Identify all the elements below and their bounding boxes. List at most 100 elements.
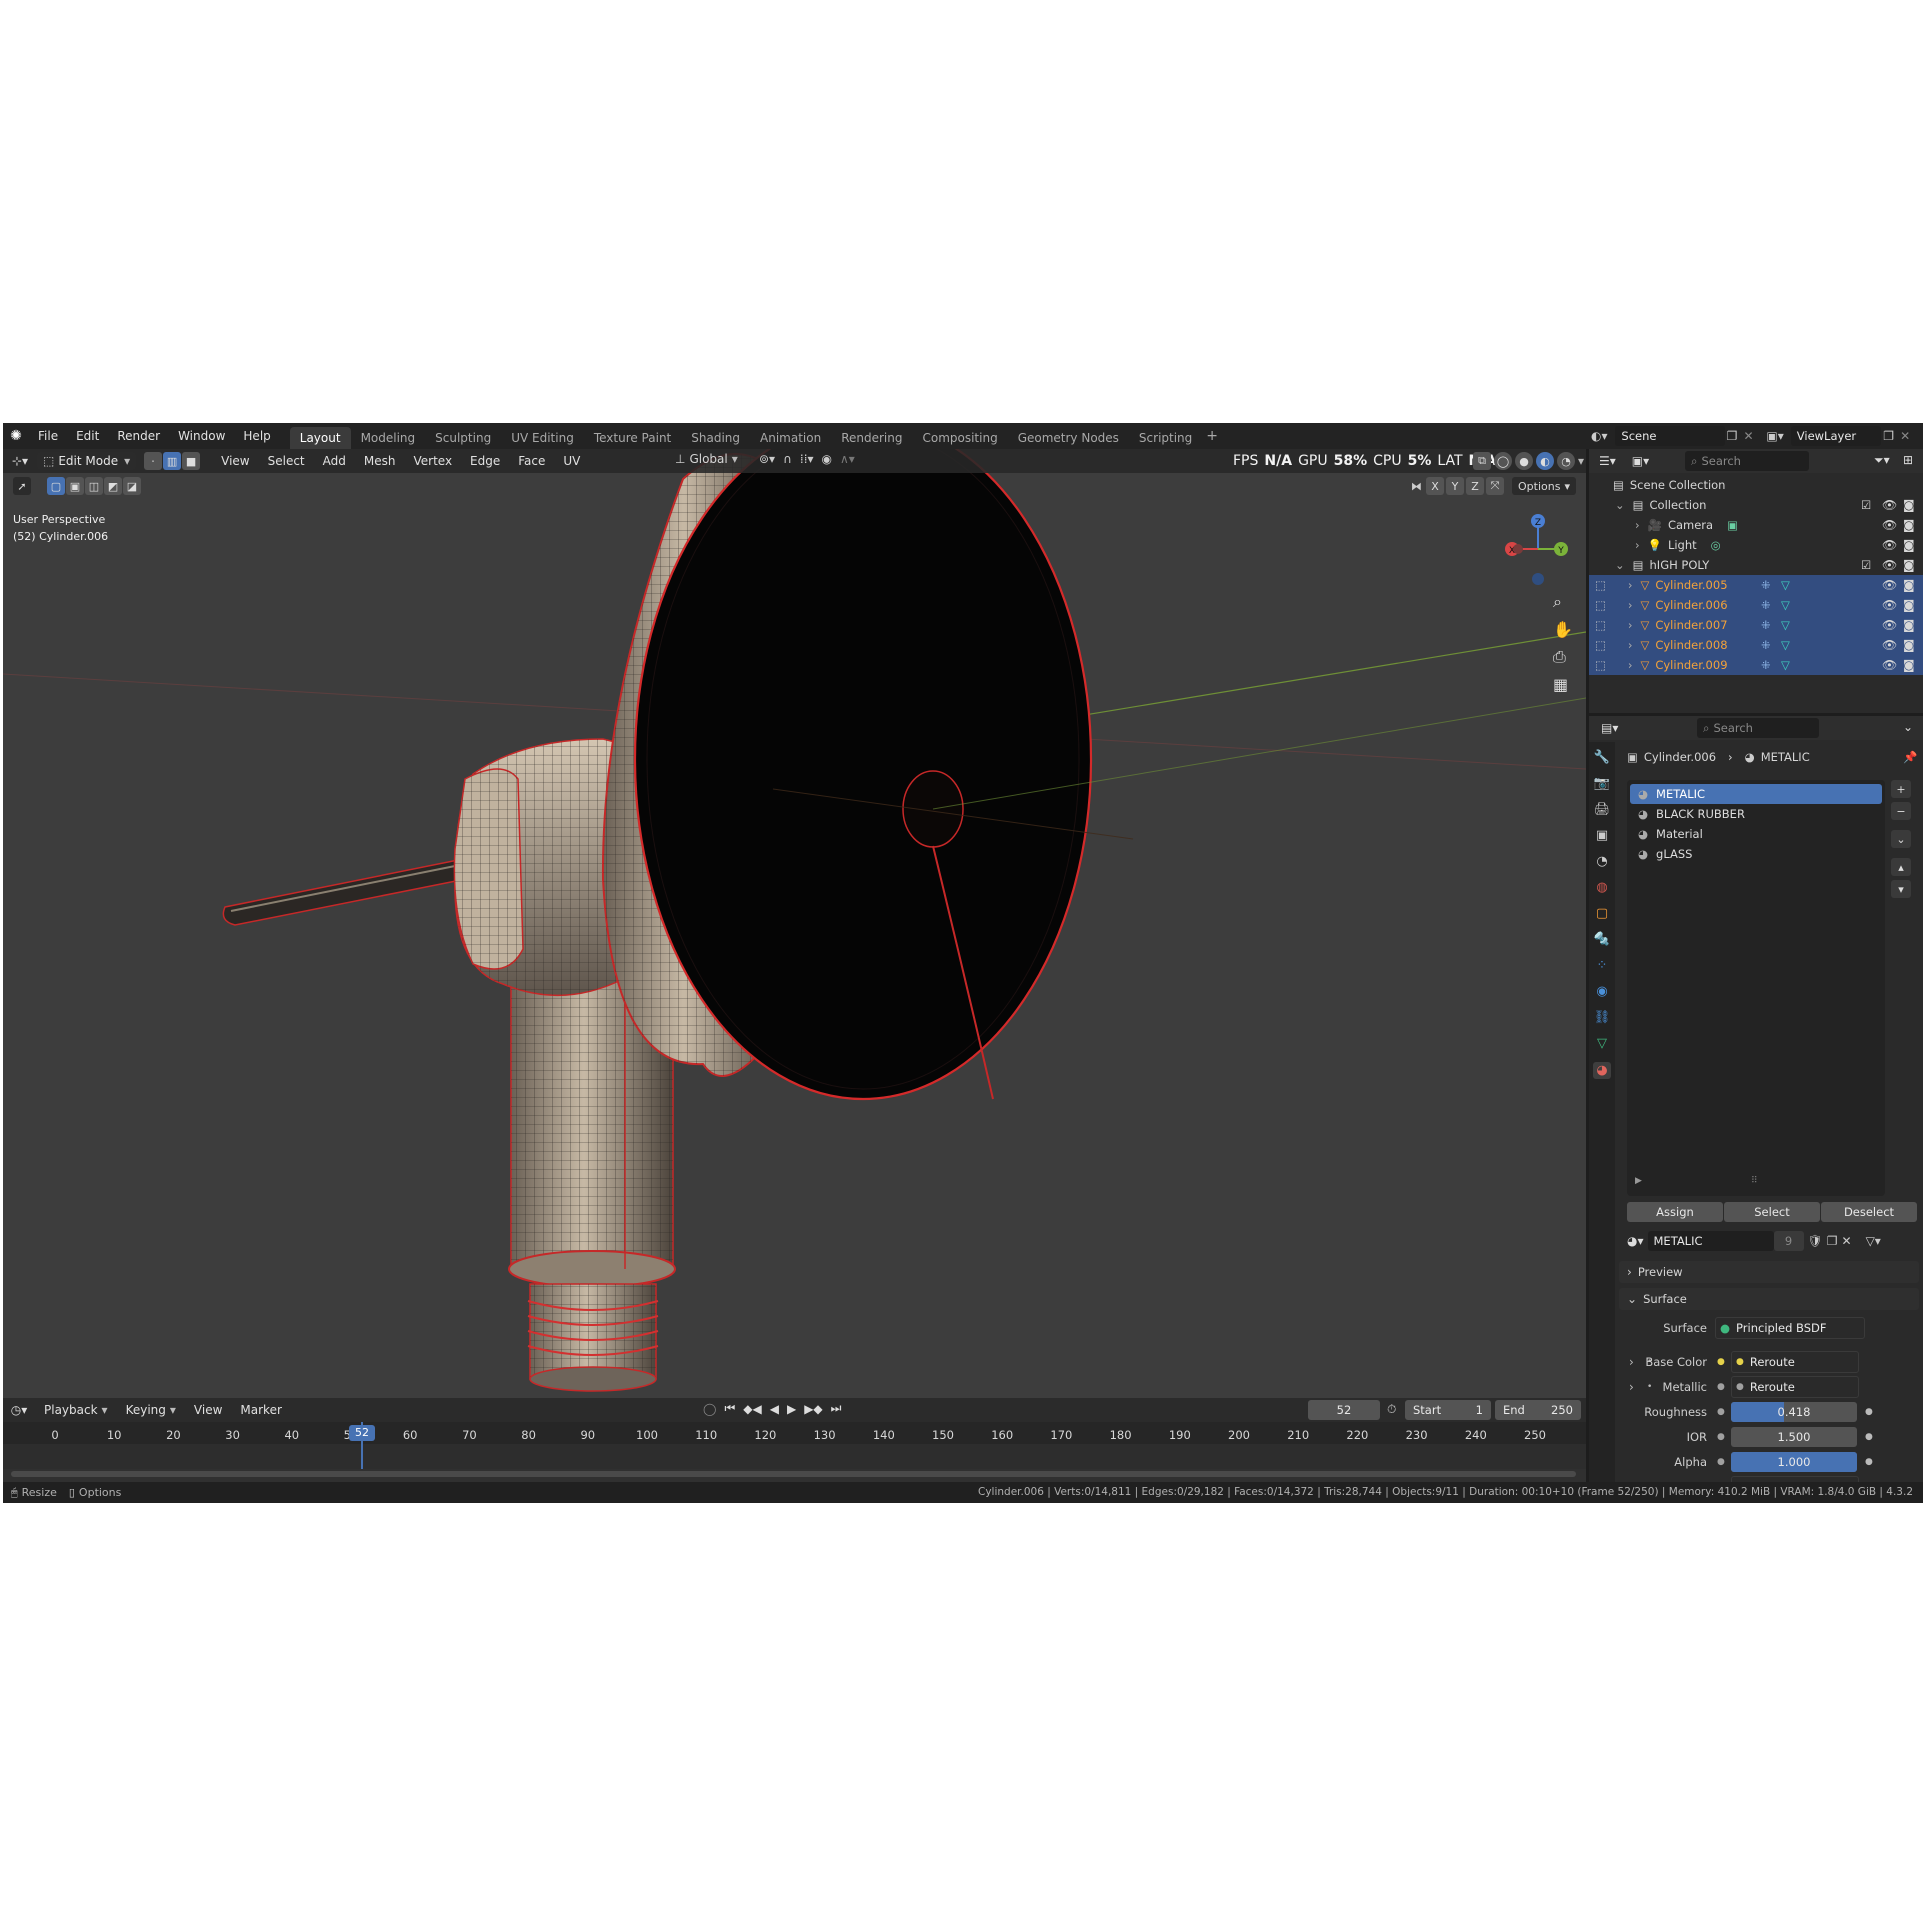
new-scene-icon[interactable]: ❐ bbox=[1727, 429, 1744, 443]
workspace-tab-modeling[interactable]: Modeling bbox=[351, 427, 426, 449]
fake-user-icon[interactable]: 🛡 bbox=[1808, 1234, 1823, 1248]
input-value-field[interactable]: 0.418 bbox=[1731, 1402, 1857, 1422]
add-workspace-icon[interactable]: + bbox=[1206, 428, 1218, 444]
axis-z-toggle[interactable]: Z bbox=[1466, 477, 1484, 495]
menu-window[interactable]: Window bbox=[169, 423, 234, 449]
unlink-material-icon[interactable]: ✕ bbox=[1842, 1234, 1852, 1248]
duplicate-material-icon[interactable]: ❐ bbox=[1827, 1234, 1838, 1248]
pan-hand-icon[interactable]: ✋ bbox=[1553, 620, 1573, 639]
edit-mode-toggle-icon[interactable]: ⬚ bbox=[1595, 638, 1606, 652]
eye-icon[interactable]: 👁 bbox=[1882, 618, 1897, 632]
camera-render-icon[interactable]: ◙ bbox=[1903, 518, 1915, 532]
new-selection-icon[interactable]: ▢ bbox=[47, 477, 65, 495]
render-tab-icon[interactable]: 📷 bbox=[1594, 776, 1610, 791]
eye-icon[interactable]: 👁 bbox=[1882, 498, 1897, 512]
scene-icon[interactable]: ◐▾ bbox=[1591, 429, 1615, 443]
user-count[interactable]: 9 bbox=[1773, 1231, 1804, 1251]
outliner-row-scene-collection[interactable]: ▤ Scene Collection bbox=[1589, 475, 1923, 495]
material-slot-list[interactable]: ◕ METALIC ◕ BLACK RUBBER ◕ Material ◕ gLASS ▶ ⠿ bbox=[1627, 780, 1885, 1196]
world-tab-icon[interactable]: ◍ bbox=[1596, 880, 1607, 895]
workspace-tab-uv-editing[interactable]: UV Editing bbox=[501, 427, 584, 449]
expand-list-icon[interactable]: ▶ bbox=[1635, 1176, 1642, 1186]
timeline-menu-marker[interactable]: Marker bbox=[231, 1398, 290, 1422]
chevron-right-icon[interactable]: › bbox=[1635, 538, 1640, 552]
view-layer-selector[interactable]: ViewLayer bbox=[1790, 426, 1882, 446]
camera-render-icon[interactable]: ◙ bbox=[1903, 658, 1915, 672]
object-tab-icon[interactable]: ▢ bbox=[1596, 906, 1608, 921]
output-tab-icon[interactable]: 🖨 bbox=[1594, 802, 1611, 817]
object-data-tab-icon[interactable]: ▽ bbox=[1597, 1036, 1607, 1051]
checkbox-icon[interactable]: ☑ bbox=[1861, 558, 1871, 572]
scene-tab-icon[interactable]: ◔ bbox=[1596, 854, 1607, 869]
editor-type-icon[interactable]: ⊹▾ bbox=[3, 454, 37, 468]
properties-editor-icon[interactable]: ▤▾ bbox=[1601, 721, 1618, 735]
difference-selection-icon[interactable]: ◩ bbox=[104, 477, 122, 495]
input-socket-icon[interactable]: ● bbox=[1717, 1432, 1725, 1442]
timeline-scrollbar[interactable] bbox=[11, 1471, 1576, 1477]
options-dropdown[interactable]: Options ▾ bbox=[1512, 477, 1576, 495]
outliner-row-object[interactable]: ⬚ › ▽ Cylinder.009 ⁜ ▽ 👁 ◙ bbox=[1589, 655, 1923, 675]
jump-end-icon[interactable]: ⏭ bbox=[831, 1401, 842, 1416]
viewport-menu-add[interactable]: Add bbox=[314, 449, 355, 473]
chevron-down-icon[interactable]: ▾ bbox=[1578, 454, 1584, 468]
eye-icon[interactable]: 👁 bbox=[1882, 598, 1897, 612]
scene-selector[interactable]: Scene bbox=[1615, 426, 1725, 446]
remove-slot-icon[interactable]: − bbox=[1891, 802, 1911, 820]
viewport-menu-select[interactable]: Select bbox=[259, 449, 314, 473]
outliner-row-object[interactable]: ⬚ › ▽ Cylinder.008 ⁜ ▽ 👁 ◙ bbox=[1589, 635, 1923, 655]
play-reverse-icon[interactable]: ◀ bbox=[770, 1402, 779, 1416]
tool-tab-icon[interactable]: 🔧 bbox=[1594, 750, 1610, 765]
input-socket-icon[interactable]: ● bbox=[1717, 1382, 1725, 1392]
chevron-down-icon[interactable]: ⌄ bbox=[1903, 720, 1913, 734]
eye-icon[interactable]: 👁 bbox=[1882, 638, 1897, 652]
eye-icon[interactable]: 👁 bbox=[1882, 518, 1897, 532]
outliner-row-object[interactable]: ⬚ › ▽ Cylinder.006 ⁜ ▽ 👁 ◙ bbox=[1589, 595, 1923, 615]
viewport-menu-uv[interactable]: UV bbox=[554, 449, 589, 473]
vertex-select-icon[interactable]: ⋅ bbox=[144, 452, 163, 470]
pin-icon[interactable]: 📌 bbox=[1903, 750, 1917, 764]
pivot-icon[interactable]: ⊚▾ bbox=[759, 452, 775, 466]
magnet-snap-icon[interactable]: ∩ bbox=[783, 452, 792, 466]
camera-render-icon[interactable]: ◙ bbox=[1903, 538, 1915, 552]
workspace-tab-shading[interactable]: Shading bbox=[681, 427, 750, 449]
solid-shading-icon[interactable]: ● bbox=[1515, 452, 1533, 470]
end-frame-field[interactable]: End 250 bbox=[1495, 1400, 1581, 1420]
workspace-tab-sculpting[interactable]: Sculpting bbox=[425, 427, 501, 449]
jump-start-icon[interactable]: ⏮ bbox=[724, 1401, 735, 1416]
transform-orientation[interactable]: ⊥ Global ▾ bbox=[675, 452, 738, 466]
mode-selector[interactable]: ⬚ Edit Mode ▾ bbox=[37, 452, 137, 470]
material-slot[interactable]: ◕ BLACK RUBBER bbox=[1630, 804, 1882, 824]
edit-mode-toggle-icon[interactable]: ⬚ bbox=[1595, 658, 1606, 672]
workspace-tab-scripting[interactable]: Scripting bbox=[1129, 427, 1202, 449]
keyframe-dot-icon[interactable]: ● bbox=[1865, 1457, 1873, 1467]
surface-panel-header[interactable]: ⌄ Surface bbox=[1619, 1288, 1919, 1310]
input-socket-icon[interactable]: ● bbox=[1717, 1407, 1725, 1417]
keyframe-area[interactable] bbox=[3, 1444, 1586, 1469]
chevron-right-icon[interactable]: › bbox=[1628, 618, 1633, 632]
falloff-icon[interactable]: ∧▾ bbox=[840, 452, 855, 466]
subtract-selection-icon[interactable]: ◫ bbox=[85, 477, 103, 495]
auto-merge-icon[interactable]: ⤧ bbox=[1486, 477, 1504, 495]
record-icon[interactable]: ◯ bbox=[703, 1402, 716, 1416]
outliner-row-high-poly[interactable]: ⌄ ▤ hIGH POLY ☑ 👁 ◙ bbox=[1589, 555, 1923, 575]
workspace-tab-animation[interactable]: Animation bbox=[750, 427, 831, 449]
modifier-tab-icon[interactable]: 🔩 bbox=[1594, 932, 1610, 947]
select-button[interactable]: Select bbox=[1724, 1202, 1820, 1222]
zoom-icon[interactable]: ⌕ bbox=[1553, 592, 1573, 612]
add-slot-icon[interactable]: + bbox=[1891, 780, 1911, 798]
timeline-menu-view[interactable]: View bbox=[185, 1398, 231, 1422]
play-icon[interactable]: ▶ bbox=[787, 1402, 796, 1416]
frame-ruler[interactable]: 0102030405060708090100110120130140150160… bbox=[3, 1422, 1586, 1469]
physics-tab-icon[interactable]: ◉ bbox=[1596, 984, 1607, 999]
material-name-field[interactable]: METALIC bbox=[1647, 1231, 1774, 1251]
input-value-field[interactable]: ● Reroute bbox=[1731, 1351, 1859, 1373]
properties-search[interactable]: ⌕ Search bbox=[1697, 718, 1819, 738]
input-value-field[interactable]: 1.500 bbox=[1731, 1427, 1857, 1447]
edge-select-icon[interactable]: ▥ bbox=[163, 452, 182, 470]
edit-mode-toggle-icon[interactable]: ⬚ bbox=[1595, 578, 1606, 592]
outliner-search[interactable]: ⌕ Search bbox=[1685, 451, 1809, 471]
start-frame-field[interactable]: Start 1 bbox=[1405, 1400, 1491, 1420]
eye-icon[interactable]: 👁 bbox=[1882, 538, 1897, 552]
current-frame-field[interactable]: 52 bbox=[1308, 1400, 1380, 1420]
camera-render-icon[interactable]: ◙ bbox=[1903, 638, 1915, 652]
